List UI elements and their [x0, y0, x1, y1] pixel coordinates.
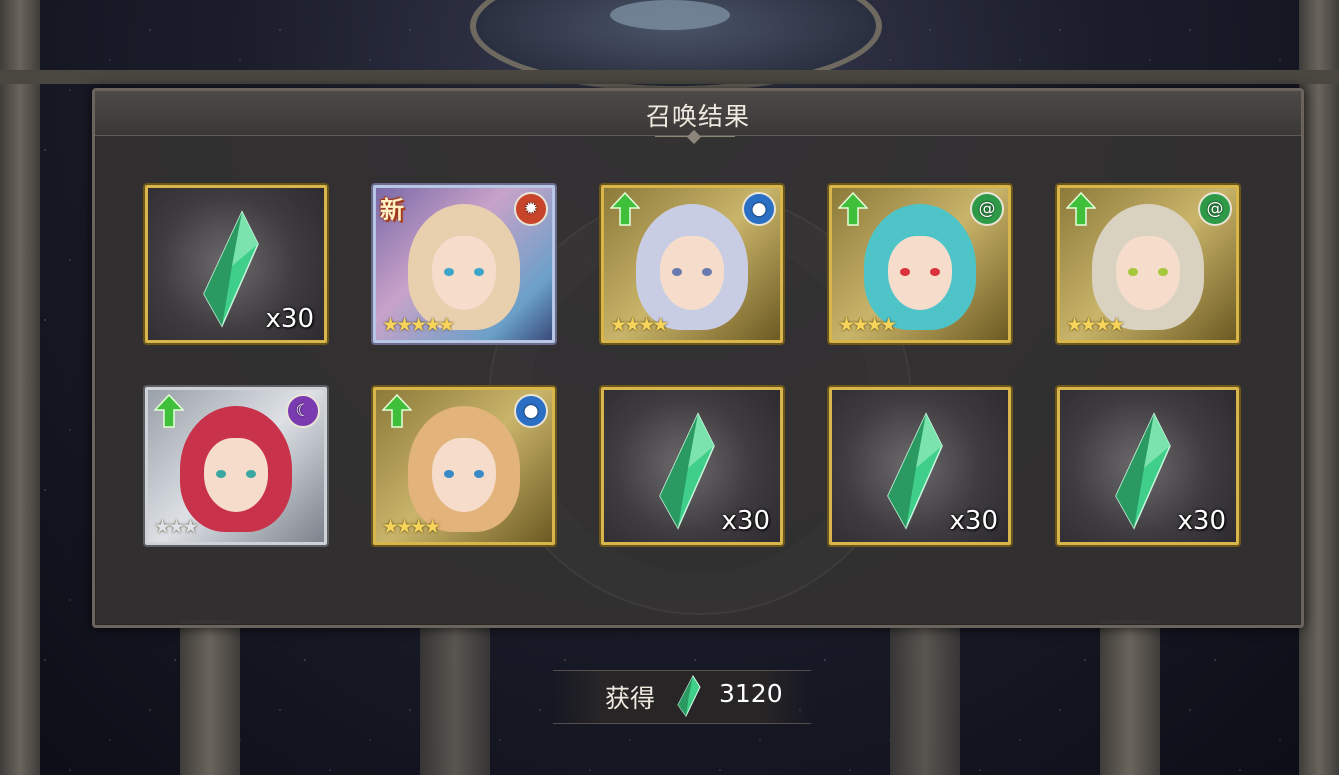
character-eye [474, 470, 484, 478]
result-tile-character[interactable]: @ ★★★★ [1057, 185, 1239, 343]
item-quantity: x30 [949, 506, 998, 536]
green-crystal-icon [203, 210, 259, 328]
green-crystal-icon [887, 412, 943, 530]
result-tile-character[interactable]: ● ★★★★ [601, 185, 783, 343]
new-badge: 新 [380, 196, 404, 224]
wind-element-icon: @ [970, 192, 1004, 226]
pillar-lower-mid-left [420, 625, 490, 775]
pillar-left [0, 0, 40, 775]
rarity-stars: ★★★★★ [382, 314, 455, 336]
character-eye [444, 470, 454, 478]
result-tile-item[interactable]: x30 [1057, 387, 1239, 545]
pillar-right [1299, 0, 1339, 775]
result-tile-character[interactable]: ● ★★★★ [373, 387, 555, 545]
character-eye [672, 268, 682, 276]
character-face [888, 236, 952, 310]
result-tile-item[interactable]: x30 [601, 387, 783, 545]
dark-element-icon: ☾ [286, 394, 320, 428]
green-crystal-icon [677, 675, 701, 717]
rarity-stars: ★★★★ [610, 314, 669, 336]
item-quantity: x30 [1177, 506, 1226, 536]
item-quantity: x30 [265, 304, 314, 334]
rarity-stars: ★★★★ [382, 516, 441, 538]
obtained-summary: 获得 3120 [553, 670, 811, 724]
character-eye [1158, 268, 1168, 276]
character-face [432, 236, 496, 310]
ceiling-dome-window [610, 0, 730, 30]
water-element-icon: ● [514, 394, 548, 428]
character-eye [1128, 268, 1138, 276]
rarity-stars: ★★★★ [1066, 314, 1125, 336]
rarity-stars: ★★★ [154, 516, 199, 538]
character-face [204, 438, 268, 512]
result-tile-character[interactable]: @ ★★★★ [829, 185, 1011, 343]
character-eye [702, 268, 712, 276]
character-face [1116, 236, 1180, 310]
green-crystal-icon [1115, 412, 1171, 530]
rarity-stars: ★★★★ [838, 314, 897, 336]
character-eye [444, 268, 454, 276]
pillar-lower-right [1100, 620, 1160, 775]
character-face [660, 236, 724, 310]
obtained-label: 获得 [605, 684, 656, 713]
panel-title: 召唤结果 [645, 102, 750, 131]
obtained-value: 3120 [719, 679, 783, 708]
water-element-icon: ● [742, 192, 776, 226]
fire-element-icon: ✹ [514, 192, 548, 226]
character-eye [474, 268, 484, 276]
item-quantity: x30 [721, 506, 770, 536]
character-eye [216, 470, 226, 478]
result-tile-item[interactable]: x30 [829, 387, 1011, 545]
title-ornament [655, 136, 735, 143]
pillar-lower-mid-right [890, 625, 960, 775]
character-eye [930, 268, 940, 276]
pillar-lower-left [180, 620, 240, 775]
wind-element-icon: @ [1198, 192, 1232, 226]
character-face [432, 438, 496, 512]
ceiling-beam [0, 70, 1339, 84]
result-tile-item[interactable]: x30 [145, 185, 327, 343]
summon-result-panel: 召唤结果 [92, 88, 1304, 628]
panel-header: 召唤结果 [95, 91, 1301, 136]
result-tile-character[interactable]: ☾ ★★★ [145, 387, 327, 545]
result-tile-character[interactable]: 新 ✹ ★★★★★ [373, 185, 555, 343]
character-eye [900, 268, 910, 276]
green-crystal-icon [659, 412, 715, 530]
character-eye [246, 470, 256, 478]
